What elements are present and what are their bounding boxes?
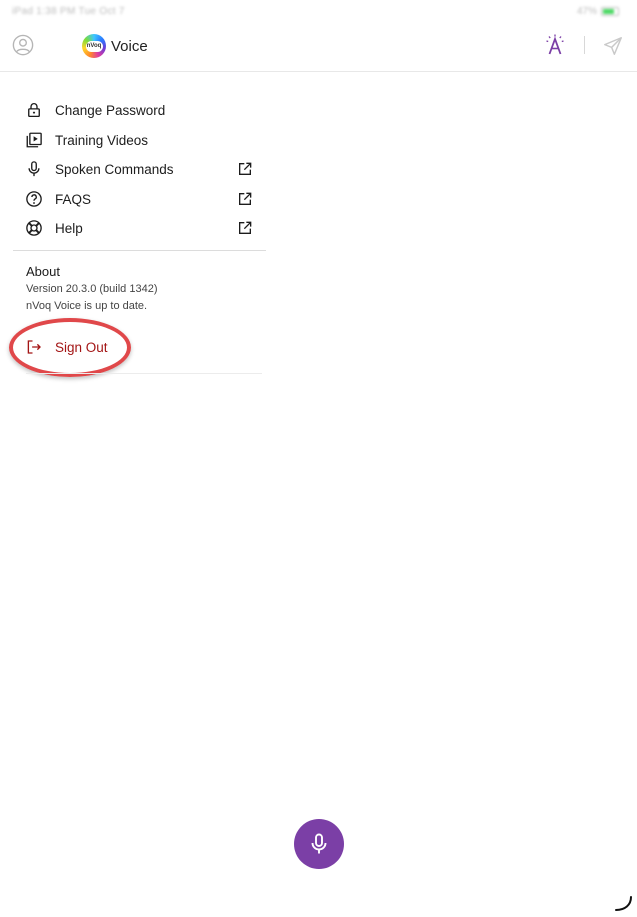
external-link-icon [239,162,252,175]
battery-icon [601,7,619,16]
logo-text: nVoq [85,40,103,52]
microphone-icon [311,833,327,854]
status-left-text: iPad 1:38 PM Tue Oct 7 [12,6,125,17]
menu-item-label: FAQS [55,191,92,207]
menu-item-label: Spoken Commands [55,162,174,177]
video-library-icon [26,132,42,147]
user-avatar-icon[interactable] [12,34,34,56]
highlight-annotation-ring [9,318,131,377]
nvoq-logo: nVoq [82,34,106,58]
lifebuoy-icon [26,220,42,236]
menu-item-training-videos[interactable]: Training Videos [13,126,266,156]
status-right: 47% [577,6,619,17]
app-header: nVoq Voice [0,24,637,72]
brand-name: Voice [111,37,148,55]
text-assist-icon[interactable] [543,33,567,57]
app-screen: iPad 1:38 PM Tue Oct 7 47% nVoq Voice Ch… [0,0,637,917]
status-bar: iPad 1:38 PM Tue Oct 7 47% [0,0,637,24]
question-circle-icon [26,190,42,207]
menu-item-label: Change Password [55,103,166,118]
menu-item-label: Help [55,221,83,236]
microphone-icon [28,161,40,177]
external-link-icon [239,221,252,234]
send-icon[interactable] [602,35,624,57]
external-link-icon [239,192,252,205]
about-version: Version 20.3.0 (build 1342) [26,283,158,295]
menu-item-spoken-commands[interactable]: Spoken Commands [13,155,266,185]
loading-spinner-icon [615,896,632,911]
header-divider [584,36,585,54]
about-update-status: nVoq Voice is up to date. [26,300,148,312]
menu-item-change-password[interactable]: Change Password [13,96,266,126]
menu-item-label: Training Videos [55,132,149,148]
menu-item-faqs[interactable]: FAQS [13,185,266,215]
settings-menu: Change Password Training Videos Spoken C… [13,96,266,244]
about-title: About [26,264,60,279]
battery-percent: 47% [576,6,597,17]
dictation-mic-button[interactable] [294,819,344,869]
lock-icon [28,103,40,118]
menu-divider [13,250,266,251]
brand: nVoq Voice [82,34,148,58]
section-divider [26,373,262,374]
menu-item-help[interactable]: Help [13,214,266,244]
